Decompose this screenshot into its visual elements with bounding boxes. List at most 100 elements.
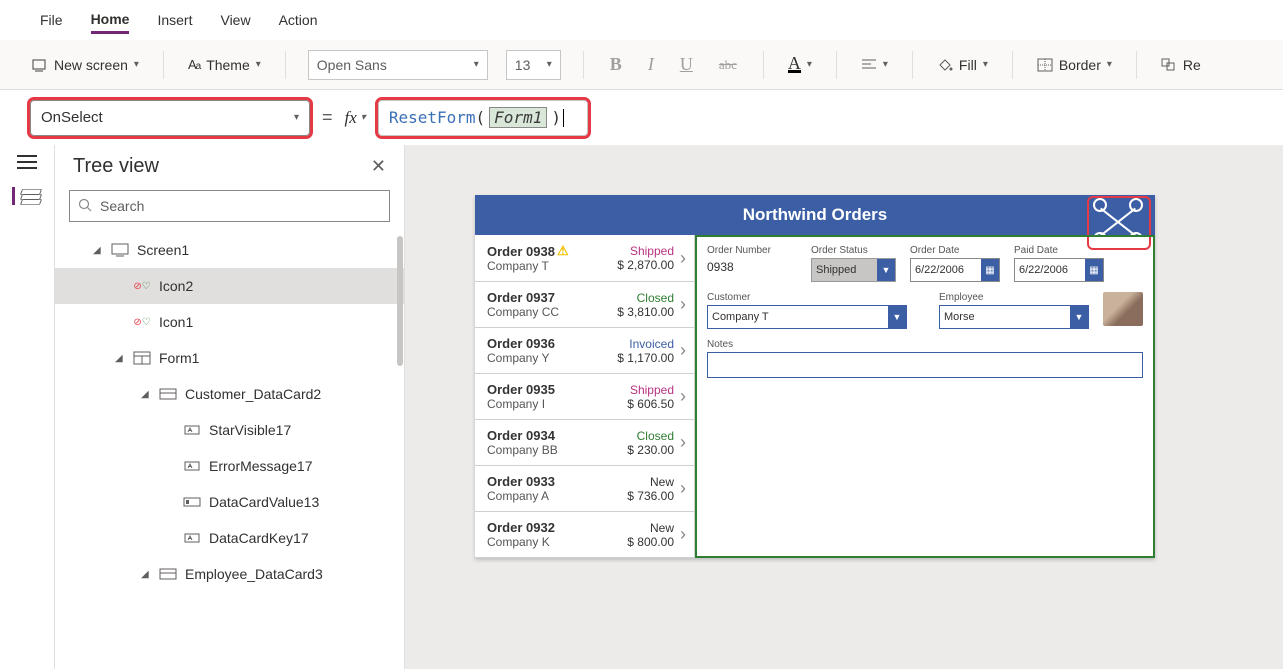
border-button[interactable]: Border ▾ — [1035, 53, 1114, 77]
order-status: Shipped — [604, 383, 674, 397]
select-customer[interactable]: Company T ▼ — [707, 305, 907, 329]
tree-item-label: Icon1 — [159, 314, 193, 330]
tree-item-starvisible17[interactable]: StarVisible17 — [55, 412, 404, 448]
caret-icon: ◢ — [141, 569, 151, 580]
theme-label: Theme — [206, 57, 250, 73]
font-select[interactable]: Open Sans ▾ — [308, 50, 488, 80]
calendar-icon: ▦ — [1085, 259, 1103, 281]
chevron-right-icon: › — [674, 386, 688, 407]
menu-insert[interactable]: Insert — [157, 8, 192, 32]
strikethrough-button[interactable]: abc — [715, 55, 741, 75]
app-preview: Northwind Orders Order 0938⚠Company TShi… — [475, 195, 1155, 558]
menu-view[interactable]: View — [220, 8, 250, 32]
order-row[interactable]: Order 0938⚠Company TShipped$ 2,870.00› — [475, 235, 694, 282]
calendar-icon: ▦ — [981, 259, 999, 281]
fx-button[interactable]: fx ▾ — [345, 108, 366, 128]
underline-button[interactable]: U — [676, 52, 697, 77]
order-status: Closed — [604, 291, 674, 305]
order-row[interactable]: Order 0933Company ANew$ 736.00› — [475, 466, 694, 512]
canvas-area: Northwind Orders Order 0938⚠Company TShi… — [405, 145, 1283, 669]
formula-bar-row: OnSelect ▾ = fx ▾ ResetForm( Form1 ) — [0, 90, 1283, 145]
tree-item-icon1[interactable]: ⊘♡Icon1 — [55, 304, 404, 340]
employee-avatar — [1103, 292, 1143, 326]
font-color-button[interactable]: A ▾ — [786, 52, 814, 77]
order-status: Shipped — [604, 244, 674, 258]
menu-home[interactable]: Home — [91, 7, 130, 34]
screen-plus-icon — [32, 58, 48, 72]
border-icon — [1037, 58, 1053, 72]
date-paid-date[interactable]: 6/22/2006 ▦ — [1014, 258, 1104, 282]
label-paid-date: Paid Date — [1014, 245, 1104, 256]
chevron-down-icon: ▾ — [256, 59, 261, 70]
formula-input[interactable]: ResetForm( Form1 ) — [378, 100, 588, 136]
order-row[interactable]: Order 0932Company KNew$ 800.00› — [475, 512, 694, 558]
border-label: Border — [1059, 57, 1101, 73]
fill-button[interactable]: Fill ▾ — [935, 53, 990, 77]
new-screen-button[interactable]: New screen ▾ — [30, 53, 141, 77]
order-row[interactable]: Order 0935Company IShipped$ 606.50› — [475, 374, 694, 420]
order-number: Order 0936 — [487, 336, 604, 351]
tree-item-errormessage17[interactable]: ErrorMessage17 — [55, 448, 404, 484]
warning-icon: ⚠ — [557, 243, 569, 259]
menu-action[interactable]: Action — [279, 8, 318, 32]
align-button[interactable]: ▾ — [859, 54, 890, 76]
chevron-right-icon: › — [674, 524, 688, 545]
select-employee[interactable]: Morse ▼ — [939, 305, 1089, 329]
property-selector[interactable]: OnSelect ▾ — [30, 100, 310, 136]
field-notes: Notes — [707, 339, 1143, 378]
tree-item-customer_datacard2[interactable]: ◢Customer_DataCard2 — [55, 376, 404, 412]
tree-item-label: DataCardValue13 — [209, 494, 319, 510]
main-area: Tree view ✕ Search ◢Screen1⊘♡Icon2⊘♡Icon… — [0, 145, 1283, 669]
select-order-status[interactable]: Shipped ▼ — [811, 258, 896, 282]
bold-button[interactable]: B — [606, 52, 626, 77]
tree-item-label: DataCardKey17 — [209, 530, 309, 546]
value-customer: Company T — [712, 311, 769, 323]
separator — [912, 51, 913, 79]
order-status: New — [604, 521, 674, 535]
app-title: Northwind Orders — [743, 205, 888, 225]
chevron-right-icon: › — [674, 340, 688, 361]
order-company: Company BB — [487, 443, 604, 457]
order-amount: $ 2,870.00 — [604, 258, 674, 272]
tree-item-datacardvalue13[interactable]: DataCardValue13 — [55, 484, 404, 520]
reorder-button[interactable]: Re — [1159, 53, 1203, 77]
value-order-status: Shipped — [816, 264, 856, 276]
hamburger-icon[interactable] — [17, 155, 37, 169]
italic-button[interactable]: I — [644, 52, 658, 77]
tree-item-employee_datacard3[interactable]: ◢ Employee_DataCard3 — [55, 556, 404, 592]
order-number: Order 0934 — [487, 428, 604, 443]
order-status: Closed — [604, 429, 674, 443]
order-amount: $ 230.00 — [604, 443, 674, 457]
chevron-down-icon: ▼ — [877, 259, 895, 281]
separator — [763, 51, 764, 79]
search-input[interactable]: Search — [69, 190, 390, 222]
order-row[interactable]: Order 0936Company YInvoiced$ 1,170.00› — [475, 328, 694, 374]
theme-button[interactable]: Aa Theme ▾ — [186, 53, 263, 77]
chevron-right-icon: › — [674, 432, 688, 453]
date-order-date[interactable]: 6/22/2006 ▦ — [910, 258, 1000, 282]
tree-item-form1[interactable]: ◢Form1 — [55, 340, 404, 376]
order-company: Company CC — [487, 305, 604, 319]
menu-file[interactable]: File — [40, 8, 63, 32]
chevron-down-icon: ▼ — [888, 306, 906, 328]
order-status: Invoiced — [604, 337, 674, 351]
label-customer: Customer — [707, 292, 907, 303]
caret-icon: ◢ — [93, 245, 103, 256]
font-size-select[interactable]: 13 ▾ — [506, 50, 561, 80]
tree-item-label: StarVisible17 — [209, 422, 291, 438]
menu-bar: File Home Insert View Action — [0, 0, 1283, 40]
tree-item-icon2[interactable]: ⊘♡Icon2 — [55, 268, 404, 304]
scrollbar-thumb[interactable] — [397, 236, 403, 366]
close-icon[interactable]: ✕ — [371, 156, 386, 177]
tree-item-label: Employee_DataCard3 — [185, 566, 323, 582]
notes-input[interactable] — [707, 352, 1143, 378]
tree-view-icon[interactable] — [12, 187, 34, 205]
value-order-number: 0938 — [707, 258, 797, 282]
label-icon — [183, 459, 201, 473]
order-row[interactable]: Order 0937Company CCClosed$ 3,810.00› — [475, 282, 694, 328]
property-value: OnSelect — [41, 109, 103, 126]
card-icon — [159, 567, 177, 581]
tree-item-datacardkey17[interactable]: DataCardKey17 — [55, 520, 404, 556]
tree-item-screen1[interactable]: ◢Screen1 — [55, 232, 404, 268]
order-row[interactable]: Order 0934Company BBClosed$ 230.00› — [475, 420, 694, 466]
